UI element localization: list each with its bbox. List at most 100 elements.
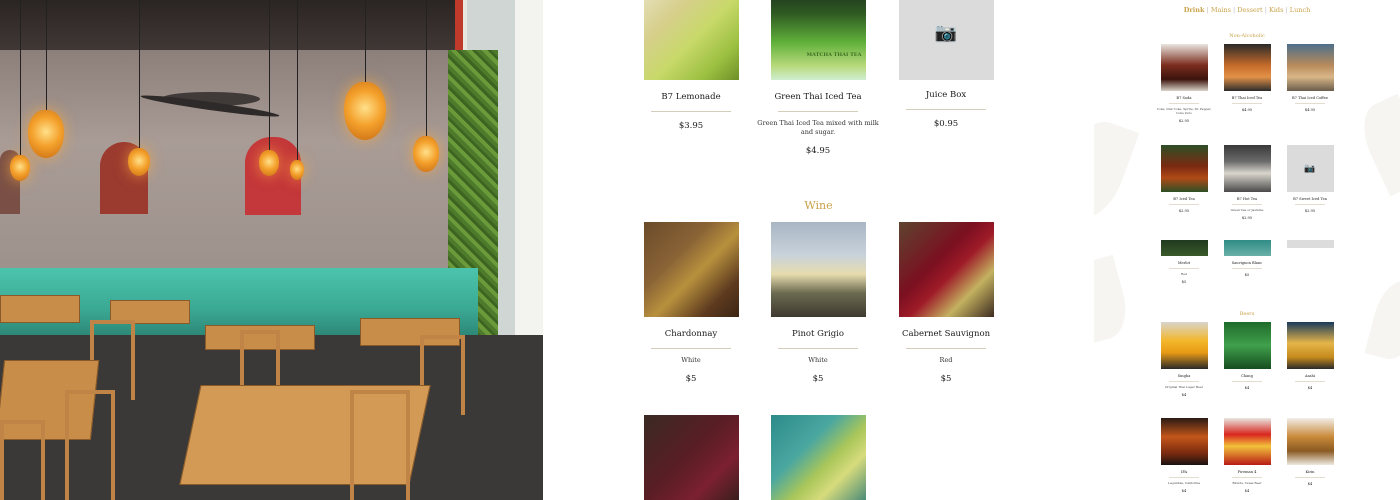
- divider: [1232, 103, 1262, 104]
- nav-separator: |: [1233, 6, 1236, 14]
- divider: [1169, 204, 1199, 205]
- divider: [906, 109, 986, 110]
- pendant-lamp: [10, 0, 30, 181]
- menu-item-price: $4: [1181, 393, 1187, 397]
- pendant-lamp: [344, 0, 386, 140]
- menu-item-image: [1160, 322, 1208, 369]
- menu-item-image: [643, 415, 739, 500]
- divider: [1295, 477, 1325, 478]
- menu-item-price: $4: [1181, 489, 1187, 493]
- divider: [1295, 381, 1325, 382]
- menu-item-card[interactable]: [1280, 240, 1340, 248]
- chair: [240, 330, 280, 390]
- menu-item-name: B7 Soda: [1176, 96, 1192, 100]
- menu-item-name: B7 Thai Iced Coffee: [1292, 96, 1328, 100]
- divider: [1169, 103, 1199, 104]
- menu-item-price: $2.95: [1178, 119, 1190, 123]
- nav-link-lunch[interactable]: Lunch: [1290, 6, 1311, 14]
- pendant-lamp: [413, 0, 439, 172]
- menu-item-description: Original Thai Lager Beer: [1164, 385, 1204, 389]
- menu-item-name: B7 Sweet Iced Tea: [1293, 197, 1327, 201]
- nav-link-mains[interactable]: Mains: [1211, 6, 1231, 14]
- menu-item-image: [1286, 418, 1334, 465]
- menu-item-price: $4: [1244, 489, 1250, 493]
- restaurant-interior-photo: [0, 0, 543, 500]
- menu-item-card[interactable]: Cabernet Sauvignon Red $5: [871, 222, 1021, 384]
- camera-icon: 📷: [1304, 163, 1316, 174]
- divider: [1169, 477, 1199, 478]
- menu-item-card[interactable]: B7 Hot Tea Green Tea or Jasmine $2.95: [1217, 145, 1277, 220]
- menu-item-image-text: MATCHA THAI TEA: [806, 52, 862, 58]
- menu-item-image: [770, 415, 866, 500]
- menu-item-image: [1223, 145, 1271, 192]
- pendant-lamp: [28, 0, 64, 158]
- menu-item-card[interactable]: B7 Thai Iced Tea $4.95: [1217, 44, 1277, 112]
- chair: [0, 420, 45, 500]
- decorative-leaf: [1352, 93, 1400, 197]
- menu-item-description: Blonde, Texas Beer: [1232, 481, 1262, 485]
- divider: [1232, 204, 1262, 205]
- menu-item-image: MATCHA THAI TEA: [770, 0, 866, 80]
- menu-item-card[interactable]: Kirin $4: [1280, 418, 1340, 486]
- nav-link-kids[interactable]: Kids: [1269, 6, 1283, 14]
- pendant-lamp: [128, 0, 150, 176]
- menu-item-price: $4.95: [1304, 108, 1316, 112]
- menu-item-card[interactable]: Fireman 4 Blonde, Texas Beer $4: [1217, 418, 1277, 493]
- menu-item-name: Chang: [1241, 374, 1253, 378]
- menu-item-name: Fireman 4: [1237, 470, 1257, 474]
- menu-item-image: [898, 222, 994, 317]
- menu-item-price: $4: [1244, 386, 1250, 390]
- nav-link-drink[interactable]: Drink: [1184, 6, 1205, 14]
- menu-item-card[interactable]: Singha Original Thai Lager Beer $4: [1154, 322, 1214, 397]
- menu-item-card[interactable]: 📷 Juice Box $0.95: [871, 0, 1021, 129]
- menu-item-card[interactable]: Sauvignon Blanc $5: [1217, 240, 1277, 277]
- chair: [350, 390, 410, 500]
- menu-item-name: Cabernet Sauvignon: [901, 329, 991, 339]
- nav-link-dessert[interactable]: Dessert: [1237, 6, 1262, 14]
- menu-category-nav: Drink | Mains | Dessert | Kids | Lunch: [1094, 6, 1400, 14]
- menu-item-name: B7 Iced Tea: [1173, 197, 1195, 201]
- menu-item-image: [1286, 240, 1334, 248]
- menu-content: B7 Lemonade $3.95 MATCHA THAI TEA Green …: [543, 0, 1094, 500]
- divider: [1169, 381, 1199, 382]
- menu-item-image-placeholder: 📷: [1286, 145, 1334, 192]
- menu-item-card[interactable]: [743, 415, 893, 500]
- menu-item-name: Merlot: [1177, 261, 1191, 265]
- menu-item-name: B7 Thai Iced Tea: [1231, 96, 1263, 100]
- menu-item-card[interactable]: Asahi $4: [1280, 322, 1340, 390]
- menu-item-card[interactable]: Chang $4: [1217, 322, 1277, 390]
- menu-item-price: $0.95: [933, 119, 959, 129]
- menu-item-image-placeholder: 📷: [898, 0, 994, 80]
- menu-item-name: Sauvignon Blanc: [1231, 261, 1263, 265]
- menu-item-image: [1160, 145, 1208, 192]
- chair: [65, 390, 115, 500]
- nav-separator: |: [1264, 6, 1267, 14]
- menu-item-price: $4: [1307, 482, 1313, 486]
- nav-separator: |: [1285, 6, 1288, 14]
- menu-item-image: [770, 222, 866, 317]
- menu-item-name: Kirin: [1305, 470, 1315, 474]
- section-title-beers: Beers: [1239, 311, 1255, 317]
- menu-item-image: [643, 0, 739, 80]
- menu-preview-panel: Drink | Mains | Dessert | Kids | Lunch N…: [1094, 0, 1400, 500]
- divider: [651, 111, 731, 112]
- menu-item-card[interactable]: B7 Iced Tea $2.95: [1154, 145, 1214, 213]
- menu-item-image: [1160, 418, 1208, 465]
- menu-item-card[interactable]: 📷 B7 Sweet Iced Tea $2.95: [1280, 145, 1340, 213]
- menu-item-card[interactable]: B7 Thai Iced Coffee $4.95: [1280, 44, 1340, 112]
- divider: [1232, 381, 1262, 382]
- menu-item-card[interactable]: Merlot Red $5: [1154, 240, 1214, 284]
- menu-item-card[interactable]: B7 Soda Coke, Diet Coke, Sprite, Dr. Pep…: [1154, 44, 1214, 123]
- menu-item-price: $4.95: [1241, 108, 1253, 112]
- menu-item-price: $5: [1244, 273, 1250, 277]
- menu-item-description: Red: [1181, 272, 1187, 276]
- menu-item-card[interactable]: IPA Lagunitas, California $4: [1154, 418, 1214, 493]
- menu-item-name: Juice Box: [925, 90, 967, 100]
- pendant-lamp: [290, 0, 304, 180]
- menu-item-image: [1160, 44, 1208, 91]
- divider: [1295, 204, 1325, 205]
- menu-item-description: Red: [939, 356, 953, 364]
- divider: [1295, 103, 1325, 104]
- menu-item-image: [643, 222, 739, 317]
- menu-item-image: [1160, 240, 1208, 256]
